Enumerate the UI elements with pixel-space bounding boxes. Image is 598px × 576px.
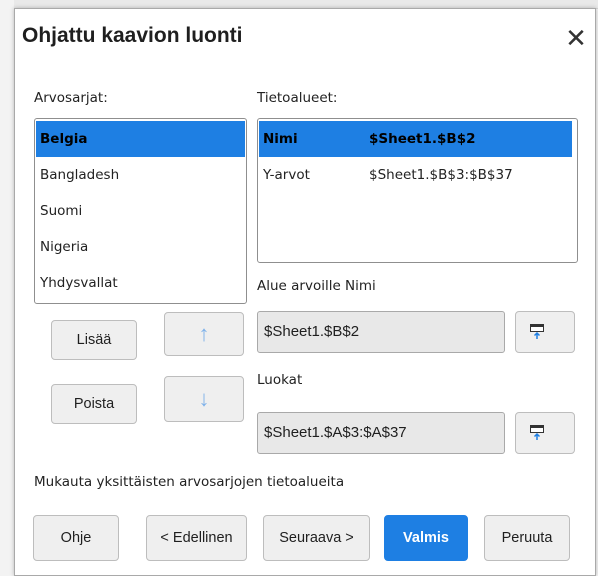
categories-input[interactable]: $Sheet1.$A$3:$A$37 bbox=[257, 412, 505, 454]
range-row-y-arvot[interactable]: Y-arvot $Sheet1.$B$3:$B$37 bbox=[259, 157, 572, 193]
series-listbox[interactable]: Belgia Bangladesh Suomi Nigeria Yhdysval… bbox=[34, 118, 247, 304]
list-item[interactable]: Yhdysvallat bbox=[36, 265, 245, 301]
range-for-input[interactable]: $Sheet1.$B$2 bbox=[257, 311, 505, 353]
list-item[interactable]: Suomi bbox=[36, 193, 245, 229]
list-item[interactable]: Belgia bbox=[36, 121, 245, 157]
finish-button[interactable]: Valmis bbox=[384, 515, 468, 561]
ranges-label: Tietoalueet: bbox=[257, 90, 338, 106]
categories-picker-button[interactable] bbox=[515, 412, 575, 454]
dialog-title: Ohjattu kaavion luonti bbox=[22, 24, 243, 47]
range-for-label: Alue arvoille Nimi bbox=[257, 278, 376, 294]
range-row-name: Nimi bbox=[263, 131, 298, 147]
add-series-button[interactable]: Lisää bbox=[51, 320, 137, 360]
next-button[interactable]: Seuraava > bbox=[263, 515, 370, 561]
list-item[interactable]: Bangladesh bbox=[36, 157, 245, 193]
series-label: Arvosarjat: bbox=[34, 90, 108, 106]
list-item[interactable]: Nigeria bbox=[36, 229, 245, 265]
move-down-button[interactable]: ↓ bbox=[164, 376, 244, 422]
help-button[interactable]: Ohje bbox=[33, 515, 119, 561]
range-picker-icon bbox=[530, 425, 544, 440]
cancel-button[interactable]: Peruuta bbox=[484, 515, 570, 561]
range-row-value: $Sheet1.$B$2 bbox=[369, 131, 476, 147]
customize-ranges-text: Mukauta yksittäisten arvosarjojen tietoa… bbox=[34, 474, 345, 490]
categories-label: Luokat bbox=[257, 372, 303, 388]
range-picker-icon bbox=[530, 324, 544, 339]
move-up-button[interactable]: ↑ bbox=[164, 312, 244, 356]
range-row-nimi[interactable]: Nimi $Sheet1.$B$2 bbox=[259, 121, 572, 157]
arrow-down-icon: ↓ bbox=[198, 386, 210, 411]
range-row-name: Y-arvot bbox=[263, 167, 310, 183]
range-row-value: $Sheet1.$B$3:$B$37 bbox=[369, 167, 513, 183]
remove-series-button[interactable]: Poista bbox=[51, 384, 137, 424]
ranges-listbox[interactable]: Nimi $Sheet1.$B$2 Y-arvot $Sheet1.$B$3:$… bbox=[257, 118, 578, 263]
range-picker-button[interactable] bbox=[515, 311, 575, 353]
back-button[interactable]: < Edellinen bbox=[146, 515, 247, 561]
arrow-up-icon: ↑ bbox=[198, 321, 210, 346]
close-icon[interactable]: ✕ bbox=[564, 25, 588, 51]
